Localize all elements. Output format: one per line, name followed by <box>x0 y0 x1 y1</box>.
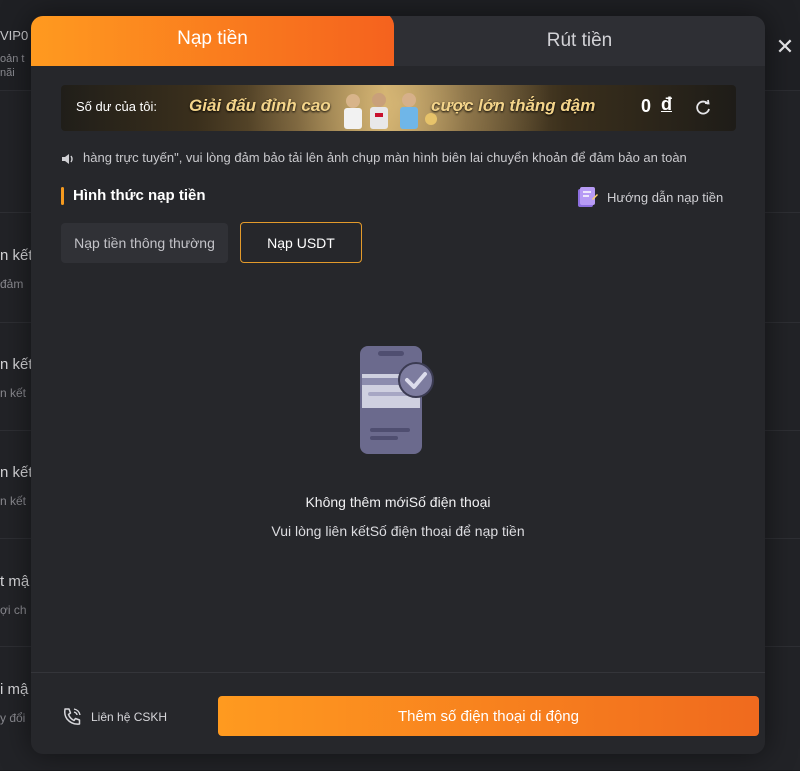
balance-banner: Số dư của tôi: Giải đấu đỉnh cao cược lớ… <box>61 85 736 131</box>
tab-deposit[interactable]: Nạp tiền <box>31 16 394 66</box>
add-phone-button[interactable]: Thêm số điện thoại di động <box>218 696 759 736</box>
customer-support-label: Liên hệ CSKH <box>91 710 168 724</box>
speaker-icon <box>62 153 73 164</box>
empty-state-description: Vui lòng liên kếtSố điện thoại để nạp ti… <box>271 523 525 539</box>
vip-subtext-2: nãi <box>0 67 15 79</box>
background-row-sub: n kết <box>0 494 27 508</box>
background-row-sub: ợi ch <box>0 603 27 617</box>
refresh-icon[interactable] <box>693 98 713 118</box>
background-row-sub: đảm <box>0 277 24 291</box>
vip-level: VIP0 <box>0 28 29 43</box>
currency-symbol: đ <box>661 94 672 114</box>
guide-label: Hướng dẫn nạp tiền <box>607 189 724 205</box>
background-row-title: t mậ <box>0 573 30 590</box>
method-regular-deposit[interactable]: Nạp tiền thông thường <box>61 223 228 263</box>
close-icon[interactable]: ✕ <box>772 34 798 60</box>
vip-subtext-1: oản t <box>0 53 25 65</box>
footer-divider <box>31 672 765 673</box>
notice-text: hàng trực tuyến", vui lòng đảm bảo tải l… <box>83 150 687 165</box>
balance-label: Số dư của tôi: <box>76 99 157 114</box>
guide-book-icon <box>578 187 598 207</box>
section-accent-bar <box>61 187 64 205</box>
background-row-title: n kết <box>0 247 33 264</box>
tab-withdraw[interactable]: Rút tiền <box>394 16 765 66</box>
notice-marquee: hàng trực tuyến", vui lòng đảm bảo tải l… <box>61 150 741 168</box>
method-usdt-deposit[interactable]: Nạp USDT <box>240 222 362 263</box>
section-title: Hình thức nạp tiền <box>73 187 206 204</box>
customer-support-link[interactable]: Liên hệ CSKH <box>61 706 167 728</box>
background-row-title: i mậ <box>0 681 29 698</box>
phone-call-icon <box>64 708 81 725</box>
deposit-guide-link[interactable]: Hướng dẫn nạp tiền <box>575 185 723 209</box>
empty-state-title: Không thêm mớiSố điện thoại <box>305 494 491 510</box>
background-row-title: n kết <box>0 356 33 373</box>
vip-subtext: oản t nãi <box>0 52 24 80</box>
background-row-title: n kết <box>0 464 33 481</box>
banner-promo-right: cược lớn thắng đậm <box>431 96 596 115</box>
deposit-modal: Rút tiền Nạp tiền Số dư của tôi: Giải đấ… <box>31 16 765 754</box>
balance-value: 0 <box>641 96 652 116</box>
background-row-sub: y đổi <box>0 711 26 725</box>
tab-bar: Rút tiền Nạp tiền <box>31 16 765 66</box>
banner-promo-left: Giải đấu đỉnh cao <box>189 96 331 115</box>
phone-check-icon <box>360 346 434 454</box>
background-row-sub: n kết <box>0 386 27 400</box>
